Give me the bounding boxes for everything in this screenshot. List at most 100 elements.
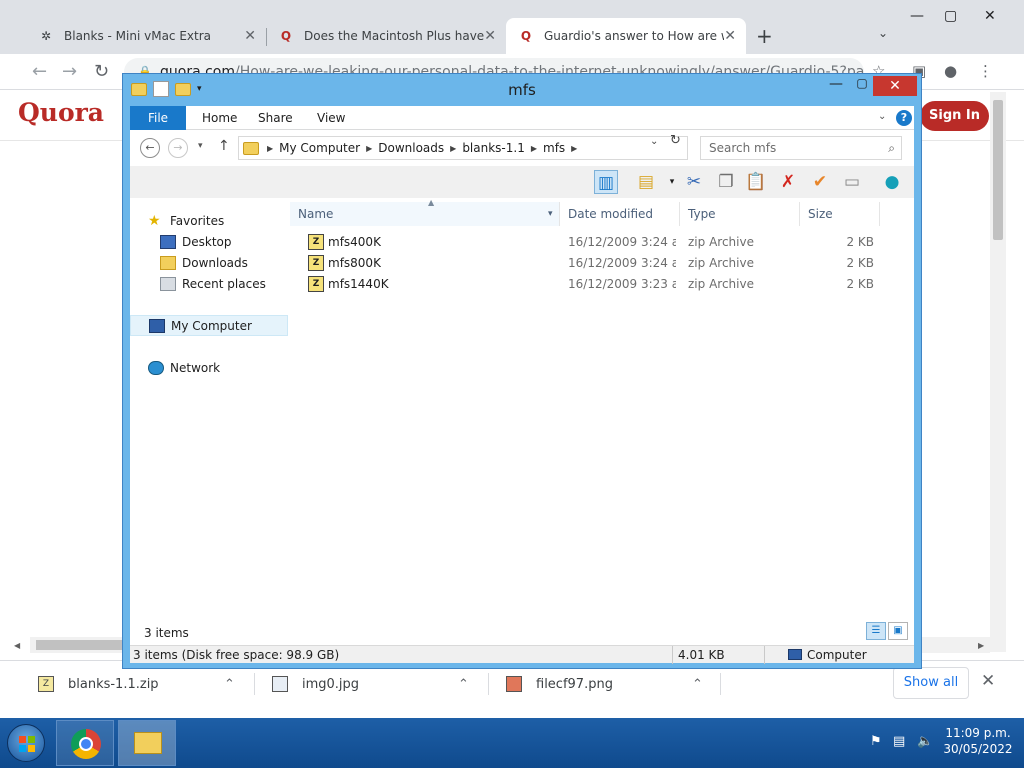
network-tray-icon[interactable]: ▤ xyxy=(893,734,905,749)
chevron-right-icon[interactable]: ▶ xyxy=(366,144,372,153)
breadcrumb-item[interactable]: My Computer xyxy=(279,141,360,155)
forward-icon[interactable]: → xyxy=(168,138,188,158)
scrollbar-thumb[interactable] xyxy=(36,640,128,650)
chevron-right-icon[interactable]: ▶ xyxy=(531,144,537,153)
help-icon[interactable]: ? xyxy=(896,110,912,126)
chevron-up-icon[interactable]: ⌃ xyxy=(224,677,235,692)
tab-title: Guardio's answer to How are we xyxy=(544,29,724,43)
globe-icon[interactable]: ● xyxy=(880,170,904,194)
chevron-down-icon[interactable]: ▾ xyxy=(198,141,203,151)
chevron-down-icon[interactable]: ⌄ xyxy=(878,111,886,122)
paste-icon[interactable]: 📋 xyxy=(744,170,768,194)
up-icon[interactable]: ↑ xyxy=(218,138,230,154)
delete-icon[interactable]: ✗ xyxy=(776,170,800,194)
taskbar-chrome[interactable] xyxy=(56,720,114,766)
column-header-name[interactable]: Name ▲ ▾ xyxy=(290,198,560,226)
column-label: Size xyxy=(808,207,833,221)
vertical-scrollbar[interactable] xyxy=(990,92,1006,652)
file-row[interactable]: Z mfs400K 16/12/2009 3:24 a.... zip Arch… xyxy=(290,232,912,253)
tab-title: Does the Macintosh Plus have a xyxy=(304,29,484,43)
close-icon[interactable]: ✕ xyxy=(724,28,736,44)
nav-recent-places[interactable]: Recent places xyxy=(130,273,290,294)
breadcrumb-item[interactable]: Downloads xyxy=(378,141,444,155)
show-all-button[interactable]: Show all xyxy=(893,667,969,699)
maximize-icon[interactable]: ▢ xyxy=(944,8,957,24)
nav-downloads[interactable]: Downloads xyxy=(130,252,290,273)
layout-pane-icon[interactable]: ▥ xyxy=(594,170,618,194)
file-name: mfs1440K xyxy=(328,277,389,291)
minimize-icon[interactable]: — xyxy=(910,8,924,24)
nav-my-computer[interactable]: My Computer xyxy=(130,315,288,336)
chevron-up-icon[interactable]: ⌃ xyxy=(458,677,469,692)
chrome-icon xyxy=(71,729,101,759)
tab-home[interactable]: Home xyxy=(188,106,251,130)
back-icon[interactable]: ← xyxy=(140,138,160,158)
back-icon[interactable]: ← xyxy=(32,61,47,82)
nav-favorites[interactable]: ★ Favorites xyxy=(130,210,290,231)
file-row[interactable]: Z mfs800K 16/12/2009 3:24 a.... zip Arch… xyxy=(290,253,912,274)
cut-icon[interactable]: ✂ xyxy=(682,170,706,194)
chevron-right-icon[interactable]: ▶ xyxy=(267,144,273,153)
title-bar[interactable]: ▾ mfs — ▢ ✕ xyxy=(123,74,921,106)
action-center-icon[interactable]: ⚑ xyxy=(870,734,882,749)
refresh-icon[interactable]: ↻ xyxy=(670,133,681,148)
file-row[interactable]: Z mfs1440K 16/12/2009 3:23 a.... zip Arc… xyxy=(290,274,912,295)
details-view-icon[interactable]: ☰ xyxy=(866,622,886,640)
tab-blanks[interactable]: ✲ Blanks - Mini vMac Extra ✕ xyxy=(26,18,266,54)
quora-logo[interactable]: Quora xyxy=(18,98,104,127)
profile-icon[interactable]: ● xyxy=(944,62,957,80)
search-input[interactable]: Search mfs ⌕ xyxy=(700,136,902,160)
large-icons-view-icon[interactable]: ▣ xyxy=(888,622,908,640)
nav-network[interactable]: Network xyxy=(130,357,290,378)
system-clock[interactable]: 11:09 p.m. 30/05/2022 xyxy=(940,725,1016,757)
sign-in-button[interactable]: Sign In xyxy=(920,101,989,131)
zip-file-icon: Z xyxy=(308,234,324,250)
image-file-icon xyxy=(272,676,288,692)
scrollbar-thumb[interactable] xyxy=(993,100,1003,240)
scroll-right-icon[interactable]: ▶ xyxy=(978,641,984,650)
rename-icon[interactable]: ▭ xyxy=(840,170,864,194)
tab-file[interactable]: File xyxy=(130,106,186,130)
tab-view[interactable]: View xyxy=(303,106,359,130)
chevron-down-icon[interactable]: ⌄ xyxy=(650,136,658,147)
new-tab-button[interactable]: + xyxy=(756,24,773,48)
column-header-date[interactable]: Date modified xyxy=(560,202,680,226)
file-name: mfs800K xyxy=(328,256,381,270)
chevron-right-icon[interactable]: ▶ xyxy=(450,144,456,153)
chevron-up-icon[interactable]: ⌃ xyxy=(692,677,703,692)
download-name: blanks-1.1.zip xyxy=(68,676,159,692)
minimize-icon[interactable]: — xyxy=(823,76,849,96)
tab-share[interactable]: Share xyxy=(244,106,307,130)
chevron-down-icon[interactable]: ▾ xyxy=(548,202,553,226)
taskbar-explorer[interactable] xyxy=(118,720,176,766)
chevron-down-icon[interactable]: ▾ xyxy=(660,170,684,194)
close-icon[interactable]: ✕ xyxy=(873,76,917,96)
tab-guardio[interactable]: Q Guardio's answer to How are we ✕ xyxy=(506,18,746,54)
forward-icon[interactable]: → xyxy=(62,61,77,82)
close-icon[interactable]: ✕ xyxy=(484,28,496,44)
check-icon[interactable]: ✔ xyxy=(808,170,832,194)
menu-icon[interactable]: ⋮ xyxy=(978,62,993,80)
divider xyxy=(720,673,721,695)
scroll-left-icon[interactable]: ◀ xyxy=(14,641,20,650)
column-header-type[interactable]: Type xyxy=(680,202,800,226)
maximize-icon[interactable]: ▢ xyxy=(849,76,875,96)
chevron-right-icon[interactable]: ▶ xyxy=(571,144,577,153)
volume-muted-icon[interactable]: 🔈 xyxy=(917,734,933,749)
address-bar[interactable]: ▶ My Computer ▶ Downloads ▶ blanks-1.1 ▶… xyxy=(238,136,688,160)
breadcrumb-item[interactable]: blanks-1.1 xyxy=(462,141,525,155)
properties-icon[interactable]: ▤ xyxy=(634,170,658,194)
divider xyxy=(254,673,255,695)
nav-desktop[interactable]: Desktop xyxy=(130,231,290,252)
close-window-icon[interactable]: ✕ xyxy=(984,8,996,24)
close-icon[interactable]: ✕ xyxy=(981,671,995,691)
close-icon[interactable]: ✕ xyxy=(244,28,256,44)
tab-search-icon[interactable]: ⌄ xyxy=(878,26,888,40)
reload-icon[interactable]: ↻ xyxy=(94,61,109,82)
tab-macintosh[interactable]: Q Does the Macintosh Plus have a ✕ xyxy=(266,18,506,54)
start-button[interactable] xyxy=(7,724,45,762)
nav-label: Downloads xyxy=(182,255,248,270)
breadcrumb-item[interactable]: mfs xyxy=(543,141,565,155)
copy-icon[interactable]: ❐ xyxy=(714,170,738,194)
column-header-size[interactable]: Size xyxy=(800,202,880,226)
